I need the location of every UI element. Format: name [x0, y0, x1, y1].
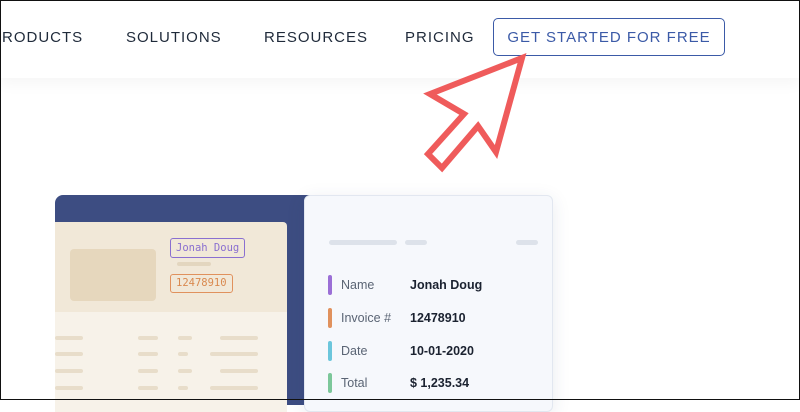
nav-item-resources[interactable]: RESOURCES — [264, 29, 368, 46]
field-label: Total — [341, 376, 368, 390]
invoice-line — [210, 386, 258, 390]
invoice-line — [138, 352, 158, 356]
invoice-line — [178, 336, 192, 340]
invoice-paper-body — [55, 312, 287, 412]
field-color-marker — [328, 373, 332, 393]
invoice-line — [178, 352, 188, 356]
top-navigation: RODUCTS SOLUTIONS RESOURCES PRICING GET … — [0, 0, 800, 78]
field-label: Name — [341, 278, 375, 292]
invoice-line — [220, 336, 258, 340]
field-color-marker — [328, 341, 332, 361]
field-row-total: Total $ 1,235.34 — [328, 373, 528, 393]
invoice-line — [178, 386, 188, 390]
get-started-label: GET STARTED FOR FREE — [507, 28, 711, 46]
field-value: 12478910 — [410, 311, 466, 325]
invoice-line — [177, 262, 211, 266]
nav-item-pricing[interactable]: PRICING — [405, 29, 475, 46]
invoice-line — [178, 369, 192, 373]
field-row-name: Name Jonah Doug — [328, 275, 528, 295]
field-value: Jonah Doug — [410, 278, 483, 292]
card-header-placeholder — [405, 240, 427, 245]
invoice-line — [220, 369, 258, 373]
invoice-line — [55, 369, 83, 373]
field-row-invoice: Invoice # 12478910 — [328, 308, 528, 328]
card-header-placeholder — [329, 240, 397, 245]
field-color-marker — [328, 308, 332, 328]
invoice-number-tag: 12478910 — [170, 274, 233, 293]
invoice-line — [55, 336, 83, 340]
invoice-line — [138, 369, 158, 373]
field-color-marker — [328, 275, 332, 295]
cursor-arrow-icon — [423, 53, 527, 173]
nav-item-solutions[interactable]: SOLUTIONS — [126, 29, 222, 46]
nav-item-products[interactable]: RODUCTS — [2, 29, 83, 46]
card-header-placeholder — [516, 240, 538, 245]
field-label: Date — [341, 344, 368, 358]
invoice-logo-placeholder — [70, 249, 156, 301]
invoice-line — [138, 386, 158, 390]
field-value: 10-01-2020 — [410, 344, 474, 358]
invoice-line — [55, 386, 83, 390]
invoice-line — [138, 336, 158, 340]
field-label: Invoice # — [341, 311, 392, 325]
field-row-date: Date 10-01-2020 — [328, 341, 528, 361]
invoice-name-tag: Jonah Doug — [170, 238, 246, 258]
field-value: $ 1,235.34 — [410, 376, 470, 390]
invoice-line — [210, 352, 258, 356]
get-started-button[interactable]: GET STARTED FOR FREE — [493, 18, 725, 56]
invoice-line — [55, 352, 83, 356]
